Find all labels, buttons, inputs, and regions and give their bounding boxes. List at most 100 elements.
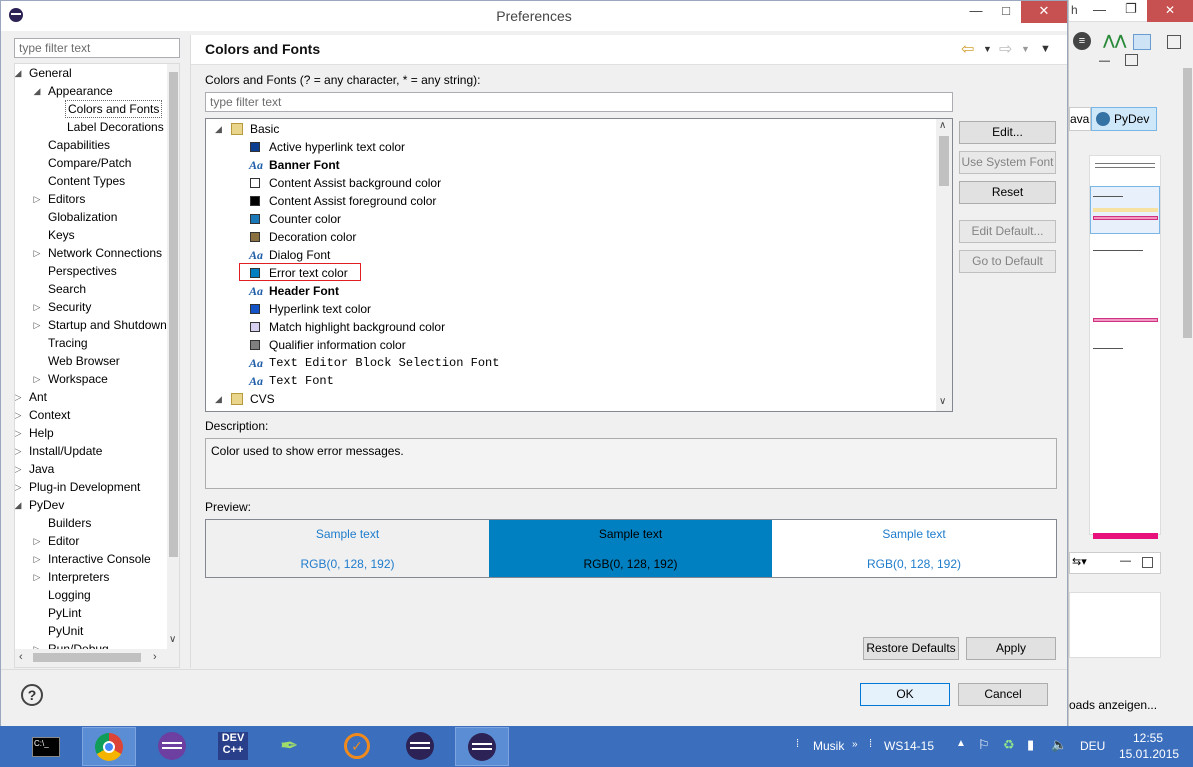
plugin-icon[interactable]: ⋀⋀ [1103, 32, 1127, 50]
perspective-java[interactable]: ava [1069, 107, 1091, 131]
tree-item[interactable]: Content Types [15, 172, 167, 190]
collapsed-arrow-icon[interactable]: ▷ [32, 244, 42, 262]
collapsed-arrow-icon[interactable]: ▷ [32, 298, 42, 316]
tree-item[interactable]: Builders [15, 514, 167, 532]
font-item-row[interactable]: Aa Banner Font [206, 156, 934, 174]
tree-item[interactable]: Label Decorations [15, 118, 167, 136]
color-item-row[interactable]: Hyperlink text color [206, 300, 934, 318]
tree-item[interactable]: ▷ Plug-in Development [15, 478, 167, 496]
tree-scroll-left-icon[interactable]: ‹ [19, 651, 23, 663]
perspective-icon[interactable] [1133, 34, 1151, 50]
tree-item[interactable]: Logging [15, 586, 167, 604]
apply-button[interactable]: Apply [966, 637, 1056, 660]
view-menu-icon[interactable]: ⇆▾ [1072, 555, 1087, 568]
colors-filter-input[interactable]: type filter text [205, 92, 953, 112]
collapsed-arrow-icon[interactable]: ▷ [15, 424, 23, 442]
colors-scroll-down-icon[interactable]: ∨ [939, 396, 946, 407]
tree-item[interactable]: ▷ Java [15, 460, 167, 478]
tree-item[interactable]: ▷ Help [15, 424, 167, 442]
quill-taskbar-item[interactable]: ✒ [266, 727, 320, 766]
category-row[interactable]: ◢ CVS [206, 390, 934, 408]
tree-item[interactable]: ▷ Interpreters [15, 568, 167, 586]
expanded-arrow-icon[interactable]: ◢ [215, 120, 222, 138]
chrome-taskbar-item[interactable] [82, 727, 136, 766]
tree-item[interactable]: ▷ Interactive Console [15, 550, 167, 568]
vlc-taskbar-item[interactable]: ✓ [330, 727, 384, 766]
view-maximize-icon[interactable] [1142, 557, 1153, 568]
collapsed-arrow-icon[interactable]: ▷ [15, 406, 23, 424]
tree-item[interactable]: ▷ Editor [15, 532, 167, 550]
navigator-filter-input[interactable]: type filter text [14, 38, 180, 58]
tree-item[interactable]: Compare/Patch [15, 154, 167, 172]
eclipse-taskbar-item[interactable] [394, 727, 448, 766]
preference-tree[interactable]: ◢ General ◢ Appearance Colors and Fonts Label… [14, 63, 180, 668]
tree-hscroll-thumb[interactable] [33, 653, 141, 662]
tree-item[interactable]: Capabilities [15, 136, 167, 154]
font-item-row[interactable]: Aa Text Editor Block Selection Font [206, 354, 934, 372]
perspective-pydev[interactable]: PyDev [1091, 107, 1157, 131]
close-button[interactable]: ✕ [1021, 1, 1067, 23]
clock-time[interactable]: 12:55 [1133, 731, 1163, 745]
use-system-font-button[interactable]: Use System Font [959, 151, 1056, 174]
font-item-row[interactable]: Aa Dialog Font [206, 246, 934, 264]
menu-icon[interactable]: ≡ [1073, 32, 1091, 50]
color-item-row[interactable]: Decoration color [206, 228, 934, 246]
tree-scroll-down-icon[interactable]: ∨ [169, 634, 176, 645]
tree-scroll-right-icon[interactable]: › [153, 651, 157, 663]
collapsed-arrow-icon[interactable]: ▷ [32, 316, 42, 334]
eclipse-purple-taskbar-item[interactable] [146, 727, 200, 766]
collapsed-arrow-icon[interactable]: ▷ [32, 370, 42, 388]
tree-item[interactable]: Tracing [15, 334, 167, 352]
colors-scroll-up-icon[interactable]: ∧ [939, 120, 946, 131]
collapsed-arrow-icon[interactable]: ▷ [32, 190, 42, 208]
tree-item[interactable]: ▷ Security [15, 298, 167, 316]
expanded-arrow-icon[interactable]: ◢ [15, 496, 23, 514]
tree-vscroll-thumb[interactable] [169, 72, 178, 557]
colors-vscroll-thumb[interactable] [939, 136, 949, 186]
tree-item[interactable]: ◢ PyDev [15, 496, 167, 514]
cancel-button[interactable]: Cancel [958, 683, 1048, 706]
colors-and-fonts-tree[interactable]: ◢ Basic Active hyperlink text color Aa Banne… [205, 118, 953, 412]
reset-button[interactable]: Reset [959, 181, 1056, 204]
tree-item[interactable]: Web Browser [15, 352, 167, 370]
collapsed-arrow-icon[interactable]: ▷ [15, 388, 23, 406]
tree-item[interactable]: Perspectives [15, 262, 167, 280]
musik-chevron-icon[interactable]: » [852, 739, 858, 750]
eclipse-active-taskbar-item[interactable] [455, 727, 509, 766]
outline-minimap[interactable] [1089, 155, 1161, 539]
tree-item[interactable]: ◢ Appearance [15, 82, 167, 100]
color-item-row[interactable]: Error text color [206, 263, 934, 282]
expanded-arrow-icon[interactable]: ◢ [215, 390, 222, 408]
tree-item[interactable]: ▷ Network Connections [15, 244, 167, 262]
tree-item[interactable]: Colors and Fonts [15, 100, 167, 118]
back-icon[interactable]: ⇦ [961, 39, 974, 59]
back-menu-icon[interactable]: ▼ [983, 44, 992, 54]
forward-icon[interactable]: ⇨ [999, 39, 1012, 59]
tree-item[interactable]: ▷ Startup and Shutdown [15, 316, 167, 334]
tray-expand-icon[interactable]: ▲ [956, 738, 966, 749]
tree-item[interactable]: Keys [15, 226, 167, 244]
cmd-taskbar-item[interactable]: C:\_ [26, 727, 80, 766]
view-minimize-icon[interactable]: — [1120, 555, 1131, 567]
bg-scrollbar[interactable] [1182, 58, 1193, 338]
expanded-arrow-icon[interactable]: ◢ [15, 64, 23, 82]
tree-item[interactable]: ▷ Editors [15, 190, 167, 208]
tree-item[interactable]: PyLint [15, 604, 167, 622]
minimize-view-icon[interactable]: — [1099, 55, 1110, 67]
color-item-row[interactable]: Active hyperlink text color [206, 138, 934, 156]
sync-icon[interactable]: ♻ [1003, 737, 1015, 753]
help-icon[interactable]: ? [21, 684, 43, 706]
bg-view-toolbar[interactable]: ⇆▾ — [1069, 552, 1161, 574]
bg-minimize-icon[interactable]: — [1093, 2, 1106, 17]
edit-default-button[interactable]: Edit Default... [959, 220, 1056, 243]
collapsed-arrow-icon[interactable]: ▷ [32, 550, 42, 568]
color-item-row[interactable]: Content Assist background color [206, 174, 934, 192]
tree-item[interactable]: ▷ Install/Update [15, 442, 167, 460]
bg-close-icon[interactable]: ✕ [1147, 0, 1193, 22]
toolbar-musik[interactable]: Musik [813, 739, 844, 753]
category-row[interactable]: ◢ Basic [206, 120, 934, 138]
forward-menu-icon[interactable]: ▼ [1021, 44, 1030, 54]
color-item-row[interactable]: Match highlight background color [206, 318, 934, 336]
tree-item[interactable]: ▷ Context [15, 406, 167, 424]
ok-button[interactable]: OK [860, 683, 950, 706]
